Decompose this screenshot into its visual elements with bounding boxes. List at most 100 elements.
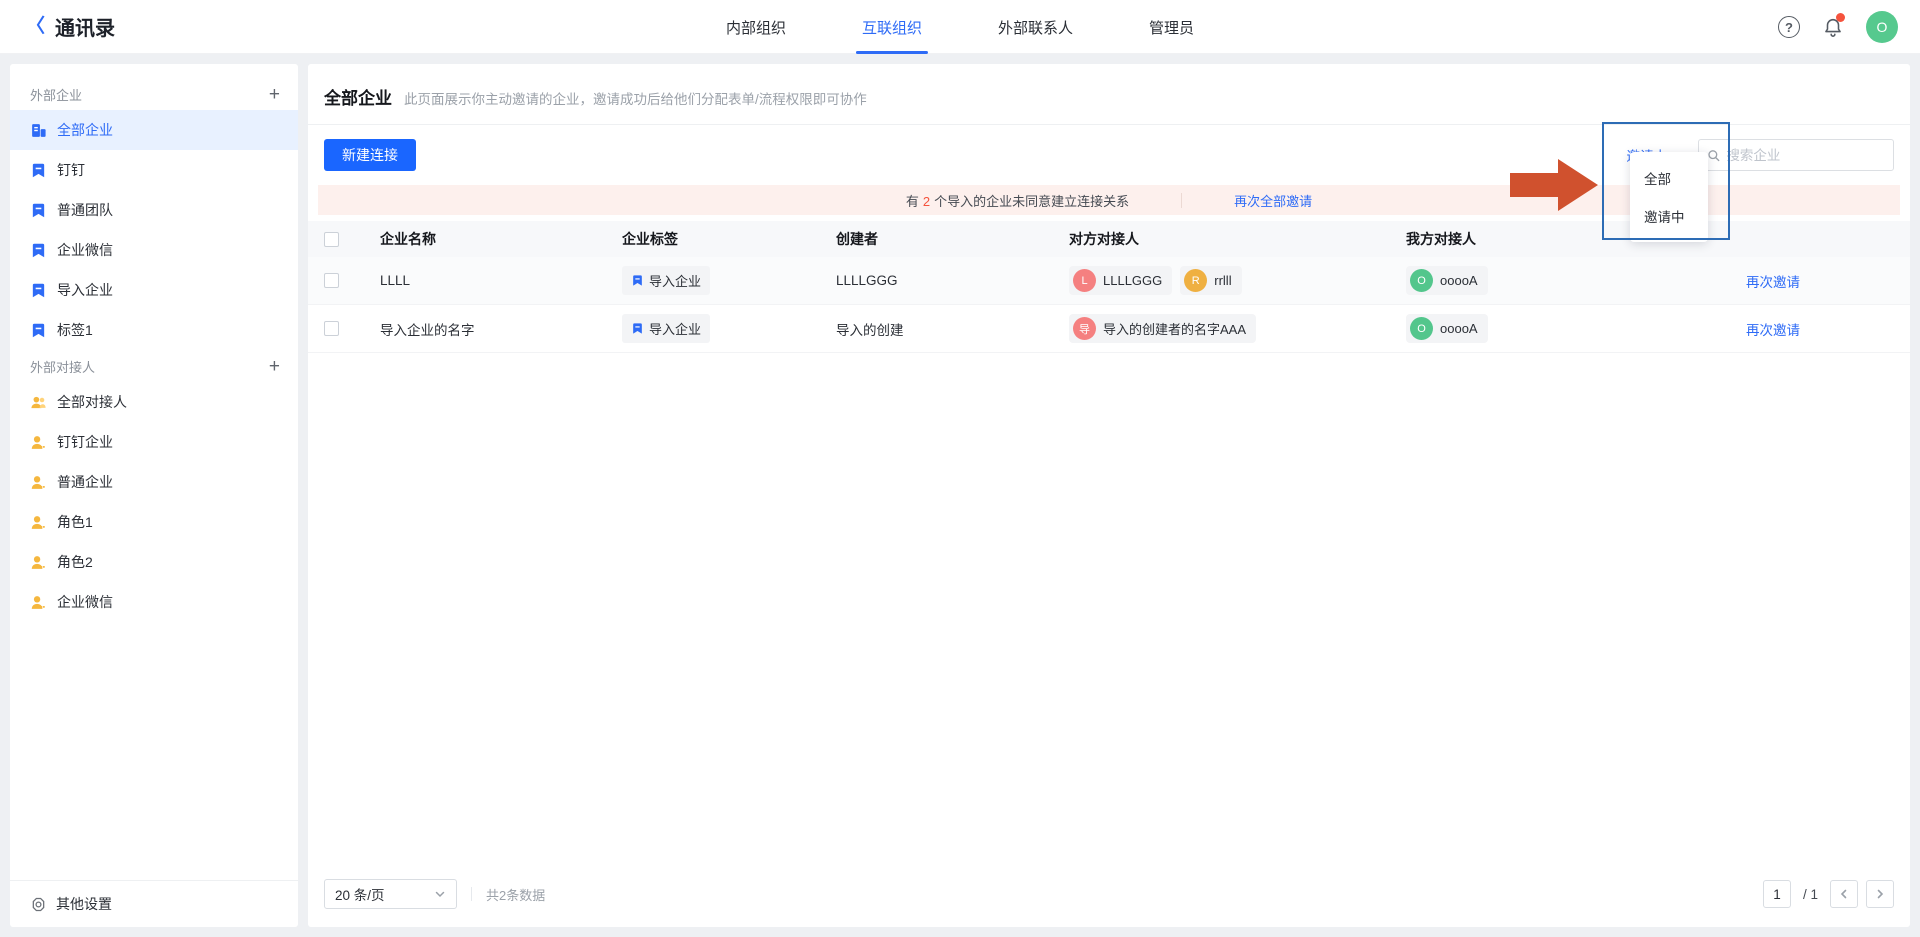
- chevron-down-icon: [434, 888, 446, 900]
- user-avatar[interactable]: O: [1866, 11, 1898, 43]
- other-settings[interactable]: 其他设置: [10, 880, 298, 927]
- notice-divider: [1181, 193, 1182, 208]
- col-header-company-name: 企业名称: [380, 229, 622, 249]
- sidebar-item-role2[interactable]: 角色2: [10, 542, 298, 582]
- sidebar: 外部企业 + 全部企业 钉钉 普通团队 企业微信 导入企业: [10, 64, 298, 927]
- contact-chip: O ooooA: [1406, 314, 1488, 343]
- gear-icon: [30, 896, 47, 913]
- reinvite-all-link[interactable]: 再次全部邀请: [1234, 191, 1312, 210]
- reinvite-link[interactable]: 再次邀请: [1746, 275, 1800, 290]
- bookmark-icon: [30, 282, 47, 299]
- page-total: / 1: [1803, 887, 1818, 902]
- notification-dot: [1836, 13, 1845, 22]
- select-all-checkbox[interactable]: [324, 232, 339, 247]
- avatar: O: [1410, 317, 1433, 340]
- sidebar-item-wecom-contacts[interactable]: 企业微信: [10, 582, 298, 622]
- contact-chip: R rrlll: [1180, 266, 1241, 295]
- main-header: 全部企业 此页面展示你主动邀请的企业，邀请成功后给他们分配表单/流程权限即可协作: [308, 64, 1910, 125]
- top-tabs: 内部组织 互联组织 外部联系人 管理员: [726, 0, 1194, 54]
- person-icon: [30, 514, 47, 531]
- add-company-icon[interactable]: +: [269, 85, 280, 104]
- filter-option-inviting[interactable]: 邀请中: [1630, 197, 1708, 235]
- topbar-actions: ? O: [1778, 0, 1898, 54]
- chevron-left-icon: [1838, 888, 1850, 900]
- people-icon: [30, 394, 47, 411]
- sidebar-item-normal-team[interactable]: 普通团队: [10, 190, 298, 230]
- back-navigation[interactable]: 〈 通讯录: [0, 12, 115, 41]
- tab-internal-org[interactable]: 内部组织: [726, 0, 786, 54]
- tab-admin[interactable]: 管理员: [1149, 0, 1194, 54]
- creator: 导入的创建: [836, 319, 1069, 339]
- page-title: 通讯录: [55, 12, 115, 41]
- tab-connected-org[interactable]: 互联组织: [862, 0, 922, 54]
- notification-bell-icon[interactable]: [1822, 15, 1844, 39]
- company-name: LLLL: [380, 273, 622, 288]
- bookmark-icon: [30, 242, 47, 259]
- filter-option-all[interactable]: 全部: [1630, 159, 1708, 197]
- bookmark-icon: [30, 162, 47, 179]
- person-icon: [30, 434, 47, 451]
- chevron-right-icon: [1874, 888, 1886, 900]
- reinvite-link[interactable]: 再次邀请: [1746, 323, 1800, 338]
- tab-external-contacts[interactable]: 外部联系人: [998, 0, 1073, 54]
- table-row[interactable]: LLLL 导入企业 LLLLGGG L LLLLGGG R rrlll: [308, 257, 1910, 305]
- row-checkbox[interactable]: [324, 273, 339, 288]
- total-count: 共2条数据: [486, 885, 545, 904]
- search-icon: [1707, 148, 1720, 163]
- contact-chip: O ooooA: [1406, 266, 1488, 295]
- company-tag: 导入企业: [622, 266, 710, 295]
- col-header-their-contact: 对方对接人: [1069, 229, 1406, 249]
- avatar: R: [1184, 269, 1207, 292]
- avatar: O: [1410, 269, 1433, 292]
- search-box[interactable]: [1698, 139, 1894, 171]
- new-connection-button[interactable]: 新建连接: [324, 139, 416, 171]
- bookmark-icon: [30, 322, 47, 339]
- pagination-bar: 20 条/页 共2条数据 / 1: [308, 869, 1910, 927]
- add-contact-icon[interactable]: +: [269, 357, 280, 376]
- company-name: 导入企业的名字: [380, 319, 622, 339]
- sidebar-item-normal-companies[interactable]: 普通企业: [10, 462, 298, 502]
- pagination-left: 20 条/页 共2条数据: [324, 879, 545, 909]
- sidebar-item-wecom[interactable]: 企业微信: [10, 230, 298, 270]
- sidebar-item-role1[interactable]: 角色1: [10, 502, 298, 542]
- person-icon: [30, 474, 47, 491]
- sidebar-section-external-companies: 外部企业 +: [10, 78, 298, 110]
- sidebar-item-dingtalk-companies[interactable]: 钉钉企业: [10, 422, 298, 462]
- avatar: 导: [1073, 317, 1096, 340]
- bookmark-icon: [30, 202, 47, 219]
- row-checkbox[interactable]: [324, 321, 339, 336]
- avatar: L: [1073, 269, 1096, 292]
- creator: LLLLGGG: [836, 273, 1069, 288]
- next-page-button[interactable]: [1866, 880, 1894, 908]
- page-size-select[interactable]: 20 条/页: [324, 879, 457, 909]
- notice-text: 有2个导入的企业未同意建立连接关系: [906, 191, 1129, 210]
- sidebar-item-all-companies[interactable]: 全部企业: [10, 110, 298, 150]
- status-filter-menu: 全部 邀请中: [1630, 152, 1708, 242]
- bookmark-icon: [631, 322, 644, 335]
- table-row[interactable]: 导入企业的名字 导入企业 导入的创建 导 导入的创建者的名字AAA O oooo…: [308, 305, 1910, 353]
- prev-page-button[interactable]: [1830, 880, 1858, 908]
- sidebar-item-all-contacts[interactable]: 全部对接人: [10, 382, 298, 422]
- col-header-company-tag: 企业标签: [622, 229, 836, 249]
- pending-count: 2: [923, 194, 930, 209]
- page-number-input[interactable]: [1763, 880, 1791, 908]
- company-icon: [30, 122, 47, 139]
- section-subtitle: 此页面展示你主动邀请的企业，邀请成功后给他们分配表单/流程权限即可协作: [404, 88, 867, 108]
- pagination-right: / 1: [1763, 880, 1894, 908]
- pagination-divider: [471, 887, 472, 901]
- help-icon[interactable]: ?: [1778, 16, 1800, 38]
- company-tag: 导入企业: [622, 314, 710, 343]
- sidebar-item-tag1[interactable]: 标签1: [10, 310, 298, 350]
- back-chevron-icon[interactable]: 〈: [26, 17, 45, 36]
- col-header-creator: 创建者: [836, 229, 1069, 249]
- person-icon: [30, 594, 47, 611]
- sidebar-item-imported-companies[interactable]: 导入企业: [10, 270, 298, 310]
- contact-chip: 导 导入的创建者的名字AAA: [1069, 314, 1256, 343]
- bookmark-icon: [631, 274, 644, 287]
- sidebar-item-dingtalk[interactable]: 钉钉: [10, 150, 298, 190]
- contact-chip: L LLLLGGG: [1069, 266, 1172, 295]
- topbar: 〈 通讯录 内部组织 互联组织 外部联系人 管理员 ? O: [0, 0, 1920, 54]
- person-icon: [30, 554, 47, 571]
- section-title: 全部企业: [324, 84, 392, 109]
- search-input[interactable]: [1726, 148, 1885, 163]
